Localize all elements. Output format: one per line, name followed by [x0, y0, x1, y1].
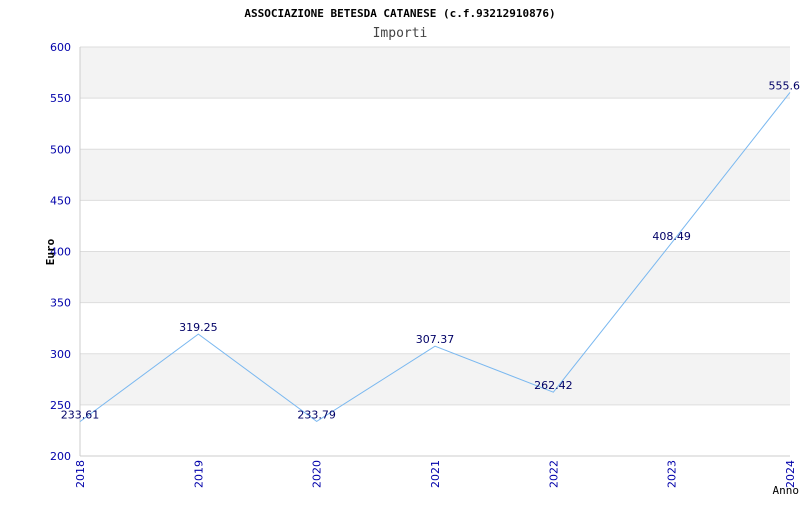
band-4: [80, 200, 790, 251]
x-axis-label: Anno: [773, 484, 800, 497]
y-tick-label: 500: [50, 143, 71, 156]
x-tick-label: 2018: [74, 460, 87, 488]
band-5: [80, 149, 790, 200]
data-label: 307.37: [416, 333, 455, 346]
chart-container: 200250300350400450500550600 201820192020…: [0, 0, 800, 500]
data-label: 319.25: [179, 321, 218, 334]
data-label: 408.49: [652, 230, 691, 243]
y-tick-label: 350: [50, 297, 71, 310]
x-tick-labels: 2018201920202021202220232024: [74, 460, 797, 488]
band-0: [80, 405, 790, 456]
y-tick-label: 550: [50, 92, 71, 105]
data-label: 262.42: [534, 379, 573, 392]
data-label: 233.79: [297, 408, 336, 421]
x-tick-label: 2023: [666, 460, 679, 488]
band-3: [80, 252, 790, 303]
y-tick-label: 300: [50, 348, 71, 361]
x-tick-label: 2021: [429, 460, 442, 488]
band-7: [80, 47, 790, 98]
band-6: [80, 98, 790, 149]
chart-subtitle: Importi: [373, 26, 428, 41]
data-label: 233.61: [61, 409, 100, 422]
x-tick-label: 2022: [547, 460, 560, 488]
x-tick-label: 2019: [192, 460, 205, 488]
data-label: 555.6: [769, 79, 800, 92]
y-tick-label: 600: [50, 41, 71, 54]
x-tick-label: 2020: [311, 460, 324, 488]
chart-title: ASSOCIAZIONE BETESDA CATANESE (c.f.93212…: [244, 7, 555, 20]
y-tick-label: 200: [50, 450, 71, 463]
y-tick-label: 450: [50, 194, 71, 207]
line-chart: 200250300350400450500550600 201820192020…: [0, 0, 800, 500]
y-axis-label: Euro: [44, 238, 57, 265]
band-1: [80, 354, 790, 405]
